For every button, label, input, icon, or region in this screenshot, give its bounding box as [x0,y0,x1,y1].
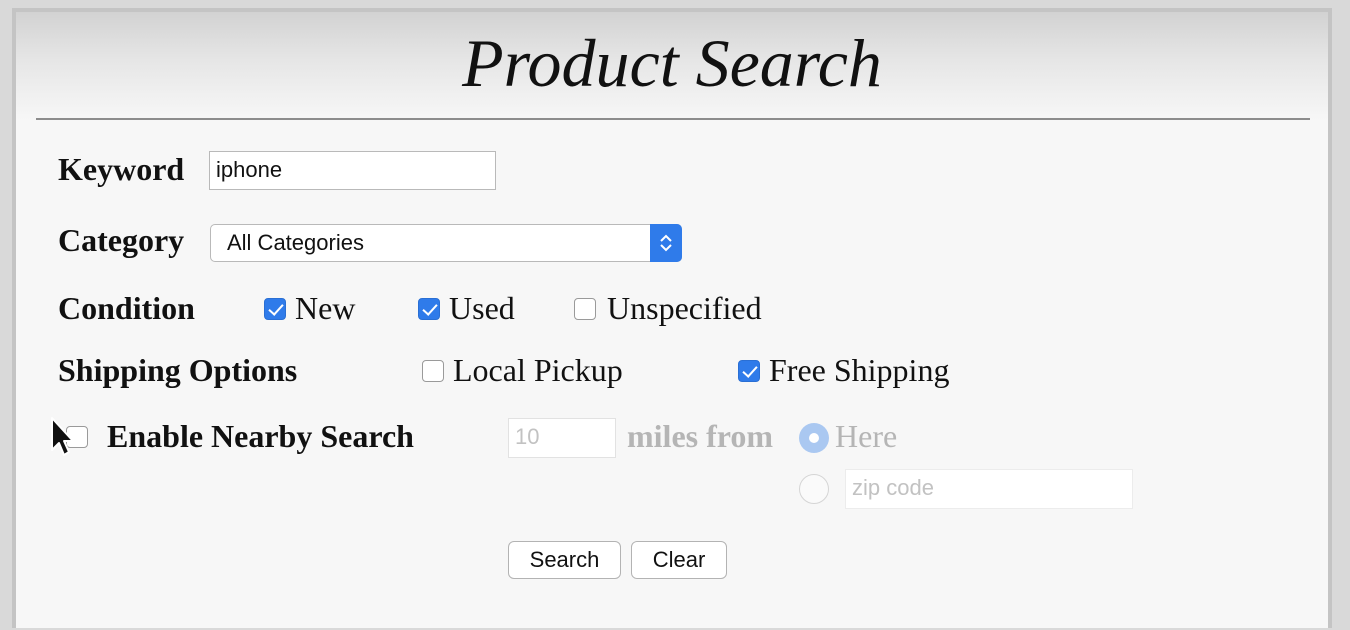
local-pickup-checkbox[interactable] [422,360,444,382]
category-label: Category [58,222,185,258]
condition-unspecified-label: Unspecified [607,290,762,326]
shipping-options-label: Shipping Options [58,352,298,388]
zip-code-radio[interactable] [799,474,829,504]
product-search-form: Product Search Keyword iphone Category A… [12,8,1332,628]
search-button[interactable]: Search [508,541,621,579]
category-select[interactable]: All Categories [210,224,682,262]
header-divider [36,118,1310,120]
condition-label: Condition [58,290,195,326]
condition-unspecified-checkbox[interactable] [574,298,596,320]
free-shipping-label: Free Shipping [769,352,950,388]
condition-new-label: New [295,290,356,326]
here-radio[interactable] [799,423,829,453]
here-label: Here [835,418,898,454]
local-pickup-label: Local Pickup [453,352,623,388]
keyword-input[interactable]: iphone [209,151,496,190]
keyword-label: Keyword [58,151,185,187]
condition-used-checkbox[interactable] [418,298,440,320]
category-selected-value: All Categories [227,230,364,255]
condition-used-label: Used [449,290,515,326]
zip-code-input[interactable]: zip code [845,469,1133,509]
chevron-up-down-icon [650,224,682,262]
mouse-pointer-icon [48,416,78,463]
free-shipping-checkbox[interactable] [738,360,760,382]
page-title: Product Search [462,25,882,101]
distance-input[interactable]: 10 [508,418,616,458]
enable-nearby-search-label: Enable Nearby Search [107,418,414,454]
clear-button[interactable]: Clear [631,541,727,579]
header: Product Search [16,12,1328,120]
miles-from-label: miles from [627,418,774,454]
condition-new-checkbox[interactable] [264,298,286,320]
